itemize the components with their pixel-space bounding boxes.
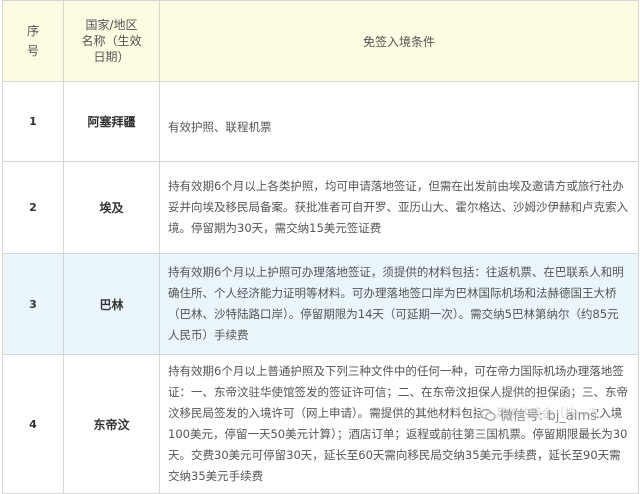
header-name: 国家/地区名称（生效日期） — [63, 0, 160, 82]
header-no: 序号 — [2, 0, 64, 82]
entry-conditions: 持有效期6个月以上各类护照，均可申请落地签证，但需在出发前由埃及邀请方或旅行社办… — [159, 161, 639, 254]
row-number: 2 — [2, 161, 64, 254]
entry-conditions: 持有效期6个月以上护照可办理落地签证，须提供的材料包括：往返机票、在巴联系人和明… — [159, 253, 639, 355]
header-cond: 免签入境条件 — [159, 0, 639, 82]
row-number: 3 — [2, 253, 64, 355]
entry-conditions: 有效护照、联程机票 — [159, 81, 639, 162]
table-row: 2 埃及 持有效期6个月以上各类护照，均可申请落地签证，但需在出发前由埃及邀请方… — [2, 161, 639, 254]
country-name: 埃及 — [63, 161, 160, 254]
country-name: 东帝汶 — [63, 354, 160, 494]
row-number: 1 — [2, 81, 64, 162]
wechat-icon — [479, 408, 496, 422]
table-row: 3 巴林 持有效期6个月以上护照可办理落地签证，须提供的材料包括：往返机票、在巴… — [2, 253, 639, 355]
country-name: 巴林 — [63, 253, 160, 355]
country-name: 阿塞拜疆 — [63, 81, 160, 162]
wechat-watermark: 微信号: bj_aims — [479, 405, 597, 424]
table-header-row: 序号 国家/地区名称（生效日期） 免签入境条件 — [2, 0, 639, 82]
table-row: 4 东帝汶 持有效期6个月以上普通护照及下列三种文件中的任何一种，可在帝力国际机… — [2, 354, 639, 494]
watermark-text: 微信号: bj_aims — [500, 409, 597, 424]
row-number: 4 — [2, 354, 64, 494]
table-row: 1 阿塞拜疆 有效护照、联程机票 — [2, 81, 639, 162]
entry-conditions: 持有效期6个月以上普通护照及下列三种文件中的任何一种，可在帝力国际机场办理落地签… — [159, 354, 639, 494]
